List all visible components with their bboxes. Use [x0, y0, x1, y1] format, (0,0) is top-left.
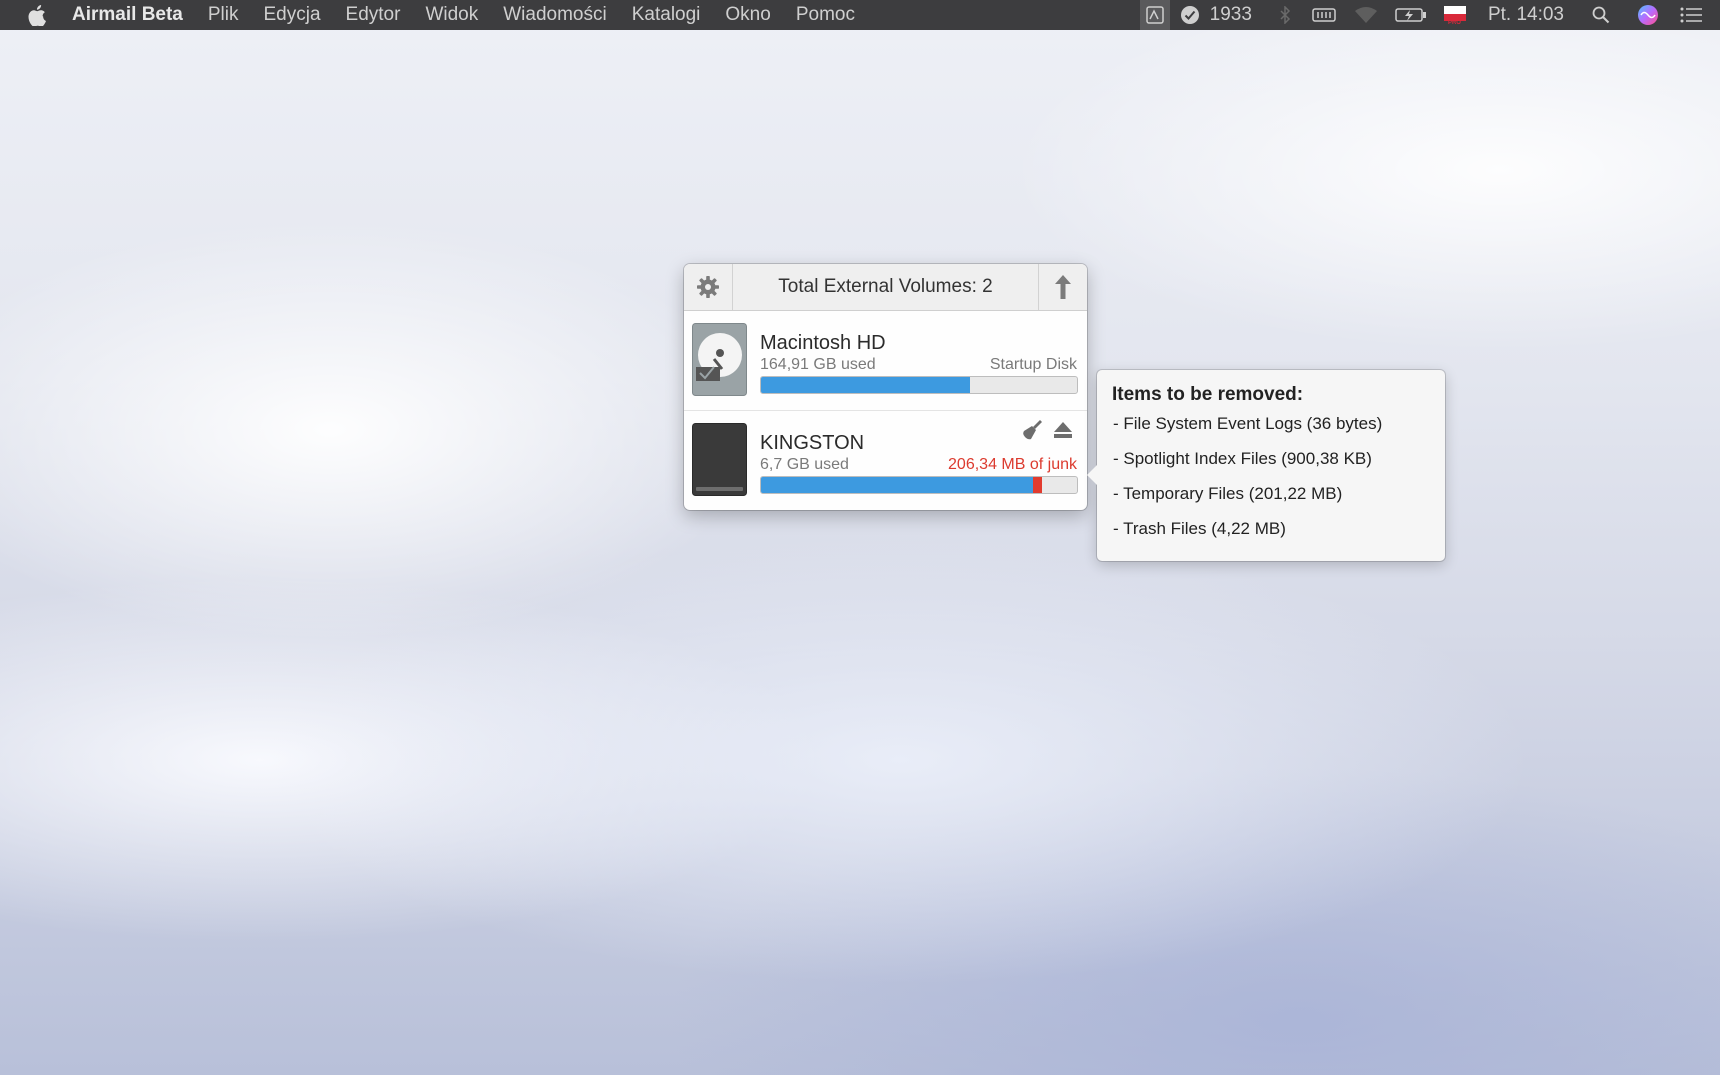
panel-header: Total External Volumes: 2 [684, 264, 1087, 311]
siri-icon[interactable] [1636, 0, 1660, 30]
menu-bar: Airmail Beta Plik Edycja Edytor Widok Wi… [0, 0, 1720, 30]
menu-folders[interactable]: Katalogi [632, 4, 701, 26]
items-to-remove-tooltip: Items to be removed: - File System Event… [1087, 370, 1445, 561]
tooltip-title: Items to be removed: [1112, 384, 1304, 405]
menu-help[interactable]: Pomoc [796, 4, 855, 26]
junk-bar-segment [1032, 477, 1043, 493]
volume-used: 6,7 GB used [760, 456, 849, 473]
menu-file[interactable]: Plik [208, 4, 239, 26]
menu-editor[interactable]: Edytor [346, 4, 401, 26]
input-language-flag-icon[interactable]: PRO [1442, 0, 1468, 30]
upload-arrow-icon[interactable] [1039, 264, 1087, 310]
external-drive-icon [692, 423, 747, 496]
spotlight-search-icon[interactable] [1590, 0, 1612, 30]
menu-view[interactable]: Widok [425, 4, 478, 26]
tooltip-arrow [1087, 465, 1097, 485]
volume-row[interactable]: KINGSTON 6,7 GB used 206,34 MB of junk [684, 410, 1087, 510]
eject-icon[interactable] [1053, 421, 1073, 444]
volume-name: Macintosh HD [760, 332, 886, 354]
menu-edit[interactable]: Edycja [264, 4, 321, 26]
menu-messages[interactable]: Wiadomości [503, 4, 606, 26]
volume-row[interactable]: Macintosh HD 164,91 GB used Startup Disk [684, 311, 1087, 411]
volumes-panel: Total External Volumes: 2 Macintosh HD 1… [684, 264, 1087, 510]
bluetooth-icon[interactable] [1274, 0, 1296, 30]
usage-bar [760, 376, 1078, 394]
menu-window[interactable]: Okno [725, 4, 770, 26]
app-status-icon[interactable] [1139, 0, 1170, 30]
internal-hard-drive-icon [692, 323, 747, 396]
app-name-menu[interactable]: Airmail Beta [72, 4, 183, 26]
usage-bar-fill [761, 377, 970, 393]
usage-bar [760, 476, 1078, 494]
clock[interactable]: Pt. 14:03 [1488, 0, 1564, 30]
list-item: - Temporary Files (201,22 MB) [1113, 484, 1343, 503]
status-area: 1933 PRO Pt. 14:03 [1139, 0, 1720, 30]
list-item: - File System Event Logs (36 bytes) [1113, 414, 1383, 433]
removal-items-list: - File System Event Logs (36 bytes) - Sp… [1113, 414, 1382, 554]
list-item: - Trash Files (4,22 MB) [1113, 519, 1286, 538]
notification-center-icon[interactable] [1678, 0, 1704, 30]
volume-actions [1023, 419, 1073, 446]
memory-icon[interactable] [1310, 0, 1338, 30]
clean-broom-icon[interactable] [1023, 419, 1043, 446]
usage-bar-fill [761, 477, 1033, 493]
battery-icon[interactable] [1394, 0, 1428, 30]
junk-size-link[interactable]: 206,34 MB of junk [948, 456, 1077, 474]
apple-menu-icon[interactable] [26, 4, 48, 26]
wifi-icon[interactable] [1352, 0, 1380, 30]
volume-name: KINGSTON [760, 432, 865, 454]
settings-gear-icon[interactable] [684, 264, 732, 310]
check-badge-icon[interactable] [1178, 0, 1202, 30]
flag-pro-label: PRO [1447, 20, 1461, 26]
badge-count[interactable]: 1933 [1210, 0, 1252, 30]
volume-used: 164,91 GB used [760, 356, 876, 373]
startup-disk-label: Startup Disk [989, 356, 1077, 373]
list-item: - Spotlight Index Files (900,38 KB) [1113, 449, 1372, 468]
panel-title: Total External Volumes: 2 [778, 276, 993, 297]
